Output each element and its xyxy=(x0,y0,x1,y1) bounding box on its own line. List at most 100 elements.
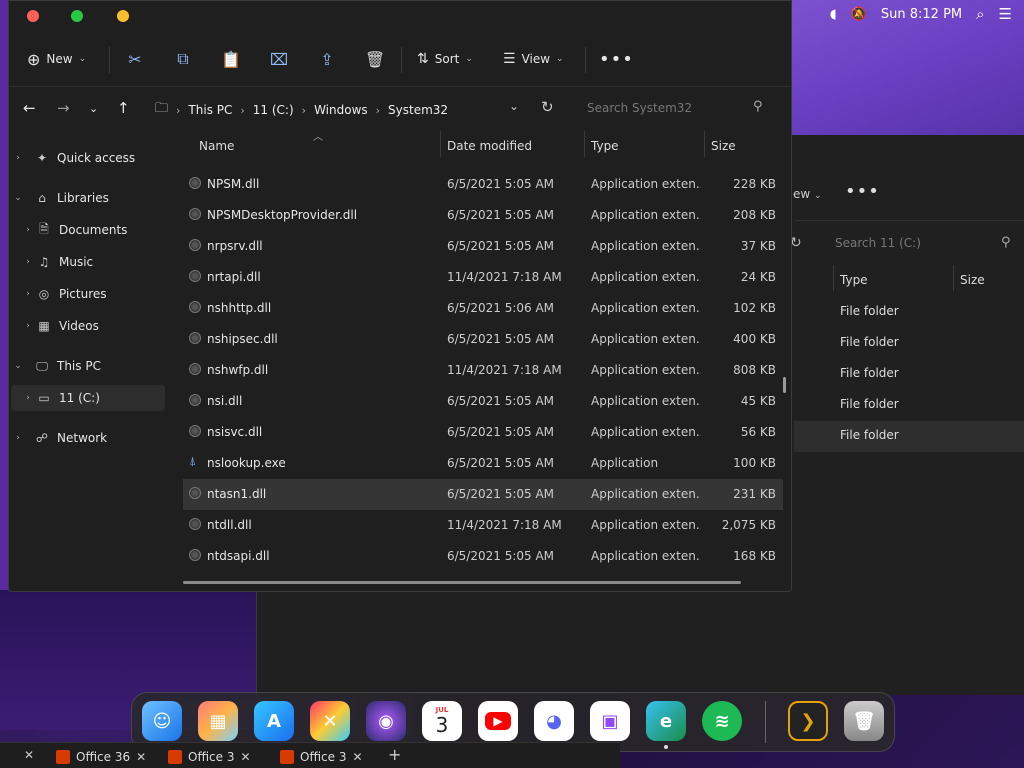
sidebar-item-this-pc[interactable]: ⌄ 🖵 This PC xyxy=(11,353,165,379)
control-center-icon[interactable]: ☰ xyxy=(999,5,1012,23)
sidebar-item-pictures[interactable]: › ◎ Pictures xyxy=(11,281,165,307)
table-row[interactable]: NPSMDesktopProvider.dll 6/5/2021 5:05 AM A… xyxy=(183,200,783,231)
back-arrow-icon[interactable]: ← xyxy=(23,99,36,117)
chevron-down-icon[interactable]: ⌄ xyxy=(11,361,25,371)
column-divider[interactable] xyxy=(584,131,585,157)
vertical-scrollbar[interactable] xyxy=(783,377,786,393)
sidebar-item-network[interactable]: › ☍ Network xyxy=(11,425,165,451)
sidebar-item-documents[interactable]: › 🗎 Documents xyxy=(11,217,165,243)
twitch-icon[interactable]: ▣ xyxy=(590,701,630,741)
sidebar-item-quick-access[interactable]: › ✦ Quick access xyxy=(11,145,165,171)
new-tab-plus-icon[interactable]: + xyxy=(388,745,401,764)
table-row[interactable]: nshipsec.dll 6/5/2021 5:05 AM Application … xyxy=(183,324,783,355)
taskbar-item-office[interactable]: Office 3 ✕ xyxy=(280,745,363,768)
chevron-right-icon[interactable]: › xyxy=(21,393,35,403)
table-row[interactable]: nshwfp.dll 11/4/2021 7:18 AM Application e… xyxy=(183,355,783,386)
launchpad-icon[interactable]: ▦ xyxy=(198,701,238,741)
discord-icon[interactable]: ◕ xyxy=(534,701,574,741)
column-date-modified[interactable]: Date modified xyxy=(447,139,532,153)
table-row[interactable]: nsi.dll 6/5/2021 5:05 AM Application exten… xyxy=(183,386,783,417)
forward-arrow-icon[interactable]: → xyxy=(57,99,70,117)
recent-locations-chevron-icon[interactable]: ⌄ xyxy=(89,102,98,115)
column-divider[interactable] xyxy=(440,131,441,157)
chevron-down-icon[interactable]: ⌄ xyxy=(11,193,25,203)
close-button[interactable] xyxy=(27,10,39,22)
table-row[interactable]: nshhttp.dll 6/5/2021 5:06 AM Application e… xyxy=(183,293,783,324)
table-row[interactable]: ntasn1.dll 6/5/2021 5:05 AM Application ex… xyxy=(183,479,783,510)
taskbar-item-office[interactable]: Office 36 ✕ xyxy=(56,745,146,768)
column-type[interactable]: Type xyxy=(840,273,868,287)
list-item[interactable]: File folder xyxy=(794,359,1024,390)
list-item[interactable]: File folder xyxy=(794,297,1024,328)
new-button[interactable]: ⊕ New ⌄ xyxy=(27,41,86,77)
more-options-button[interactable]: ••• xyxy=(845,181,880,202)
breadcrumb[interactable]: 🗀 › This PC › 11 (C:) › Windows › System… xyxy=(155,99,448,121)
trash-icon[interactable]: 🗑 xyxy=(844,701,884,741)
chevron-right-icon[interactable]: › xyxy=(11,433,25,443)
share-icon[interactable]: ⇪ xyxy=(313,41,341,77)
chevron-right-icon[interactable]: › xyxy=(21,225,35,235)
table-row[interactable]: nrtapi.dll 11/4/2021 7:18 AM Application e… xyxy=(183,262,783,293)
chevron-right-icon[interactable]: › xyxy=(21,257,35,267)
app-store-icon[interactable]: A xyxy=(254,701,294,741)
column-size[interactable]: Size xyxy=(711,139,736,153)
more-options-button[interactable]: ••• xyxy=(599,41,634,77)
spotlight-search-icon[interactable]: ⌕ xyxy=(976,5,984,23)
chevron-right-icon[interactable]: › xyxy=(21,289,35,299)
search-input[interactable]: Search System32 xyxy=(579,97,775,123)
table-row[interactable]: ntdsapi.dll 6/5/2021 5:05 AM Application e… xyxy=(183,541,783,572)
breadcrumb-item[interactable]: This PC xyxy=(188,103,232,117)
clock[interactable]: Sun 8:12 PM xyxy=(881,7,962,22)
table-row[interactable]: ⍋ nslookup.exe 6/5/2021 5:05 AM Application… xyxy=(183,448,783,479)
close-icon[interactable]: ✕ xyxy=(24,748,34,762)
address-history-chevron-icon[interactable]: ⌄ xyxy=(509,99,519,113)
column-type[interactable]: Type xyxy=(591,139,619,153)
sidebar-item-music[interactable]: › ♫ Music xyxy=(11,249,165,275)
youtube-icon[interactable]: ▶ xyxy=(478,701,518,741)
up-arrow-icon[interactable]: ↑ xyxy=(117,99,130,117)
breadcrumb-item[interactable]: System32 xyxy=(388,103,448,117)
breadcrumb-item[interactable]: 11 (C:) xyxy=(253,103,294,117)
rename-icon[interactable]: ⌧ xyxy=(265,41,293,77)
finder-icon[interactable]: ☺ xyxy=(142,701,182,741)
copy-icon[interactable]: ⧉ xyxy=(169,41,197,77)
table-row[interactable]: nsisvc.dll 6/5/2021 5:05 AM Application ex… xyxy=(183,417,783,448)
table-row[interactable]: ntdll.dll 11/4/2021 7:18 AM Application ex… xyxy=(183,510,783,541)
sidebar-item-libraries[interactable]: ⌄ ⌂ Libraries xyxy=(11,185,165,211)
spotify-icon[interactable]: ≋ xyxy=(702,701,742,741)
breadcrumb-item[interactable]: Windows xyxy=(314,103,368,117)
column-divider[interactable] xyxy=(833,265,834,291)
close-icon[interactable]: ✕ xyxy=(352,750,362,764)
chevron-right-icon[interactable]: › xyxy=(21,321,35,331)
airplay-icon[interactable]: ◖ xyxy=(830,7,837,22)
column-size[interactable]: Size xyxy=(960,273,985,287)
table-row[interactable]: nrpsrv.dll 6/5/2021 5:05 AM Application ex… xyxy=(183,231,783,262)
sidebar-item-videos[interactable]: › ▦ Videos xyxy=(11,313,165,339)
search-input[interactable]: Search 11 (C:) xyxy=(829,232,1024,258)
close-icon[interactable]: ✕ xyxy=(136,750,146,764)
list-item[interactable]: File folder xyxy=(794,421,1024,452)
maximize-button[interactable] xyxy=(71,10,83,22)
view-button[interactable]: ☰ View ⌄ xyxy=(503,41,564,77)
close-icon[interactable]: ✕ xyxy=(240,750,250,764)
column-divider[interactable] xyxy=(953,265,954,291)
minimize-button[interactable] xyxy=(117,10,129,22)
delete-icon[interactable]: 🗑 xyxy=(361,41,389,77)
view-button[interactable]: ew ⌄ xyxy=(793,187,822,201)
system-preferences-icon[interactable]: ✕ xyxy=(310,701,350,741)
sort-button[interactable]: ⇅ Sort ⌄ xyxy=(417,41,473,77)
chevron-right-icon[interactable]: › xyxy=(11,153,25,163)
table-row[interactable]: NPSM.dll 6/5/2021 5:05 AM Application exte… xyxy=(183,169,783,200)
paste-icon[interactable]: 📋 xyxy=(217,41,245,77)
list-item[interactable]: File folder xyxy=(794,328,1024,359)
siri-icon[interactable]: ◉ xyxy=(366,701,406,741)
notifications-muted-icon[interactable]: 🔕 xyxy=(851,7,867,22)
title-bar[interactable] xyxy=(9,1,791,29)
column-name[interactable]: Name xyxy=(199,139,234,153)
taskbar-item-office[interactable]: Office 3 ✕ xyxy=(168,745,251,768)
column-divider[interactable] xyxy=(704,131,705,157)
horizontal-scrollbar[interactable] xyxy=(183,581,741,584)
calendar-icon[interactable]: JUL 3 xyxy=(422,701,462,741)
edge-icon[interactable]: e xyxy=(646,701,686,741)
cut-icon[interactable]: ✂ xyxy=(121,41,149,77)
